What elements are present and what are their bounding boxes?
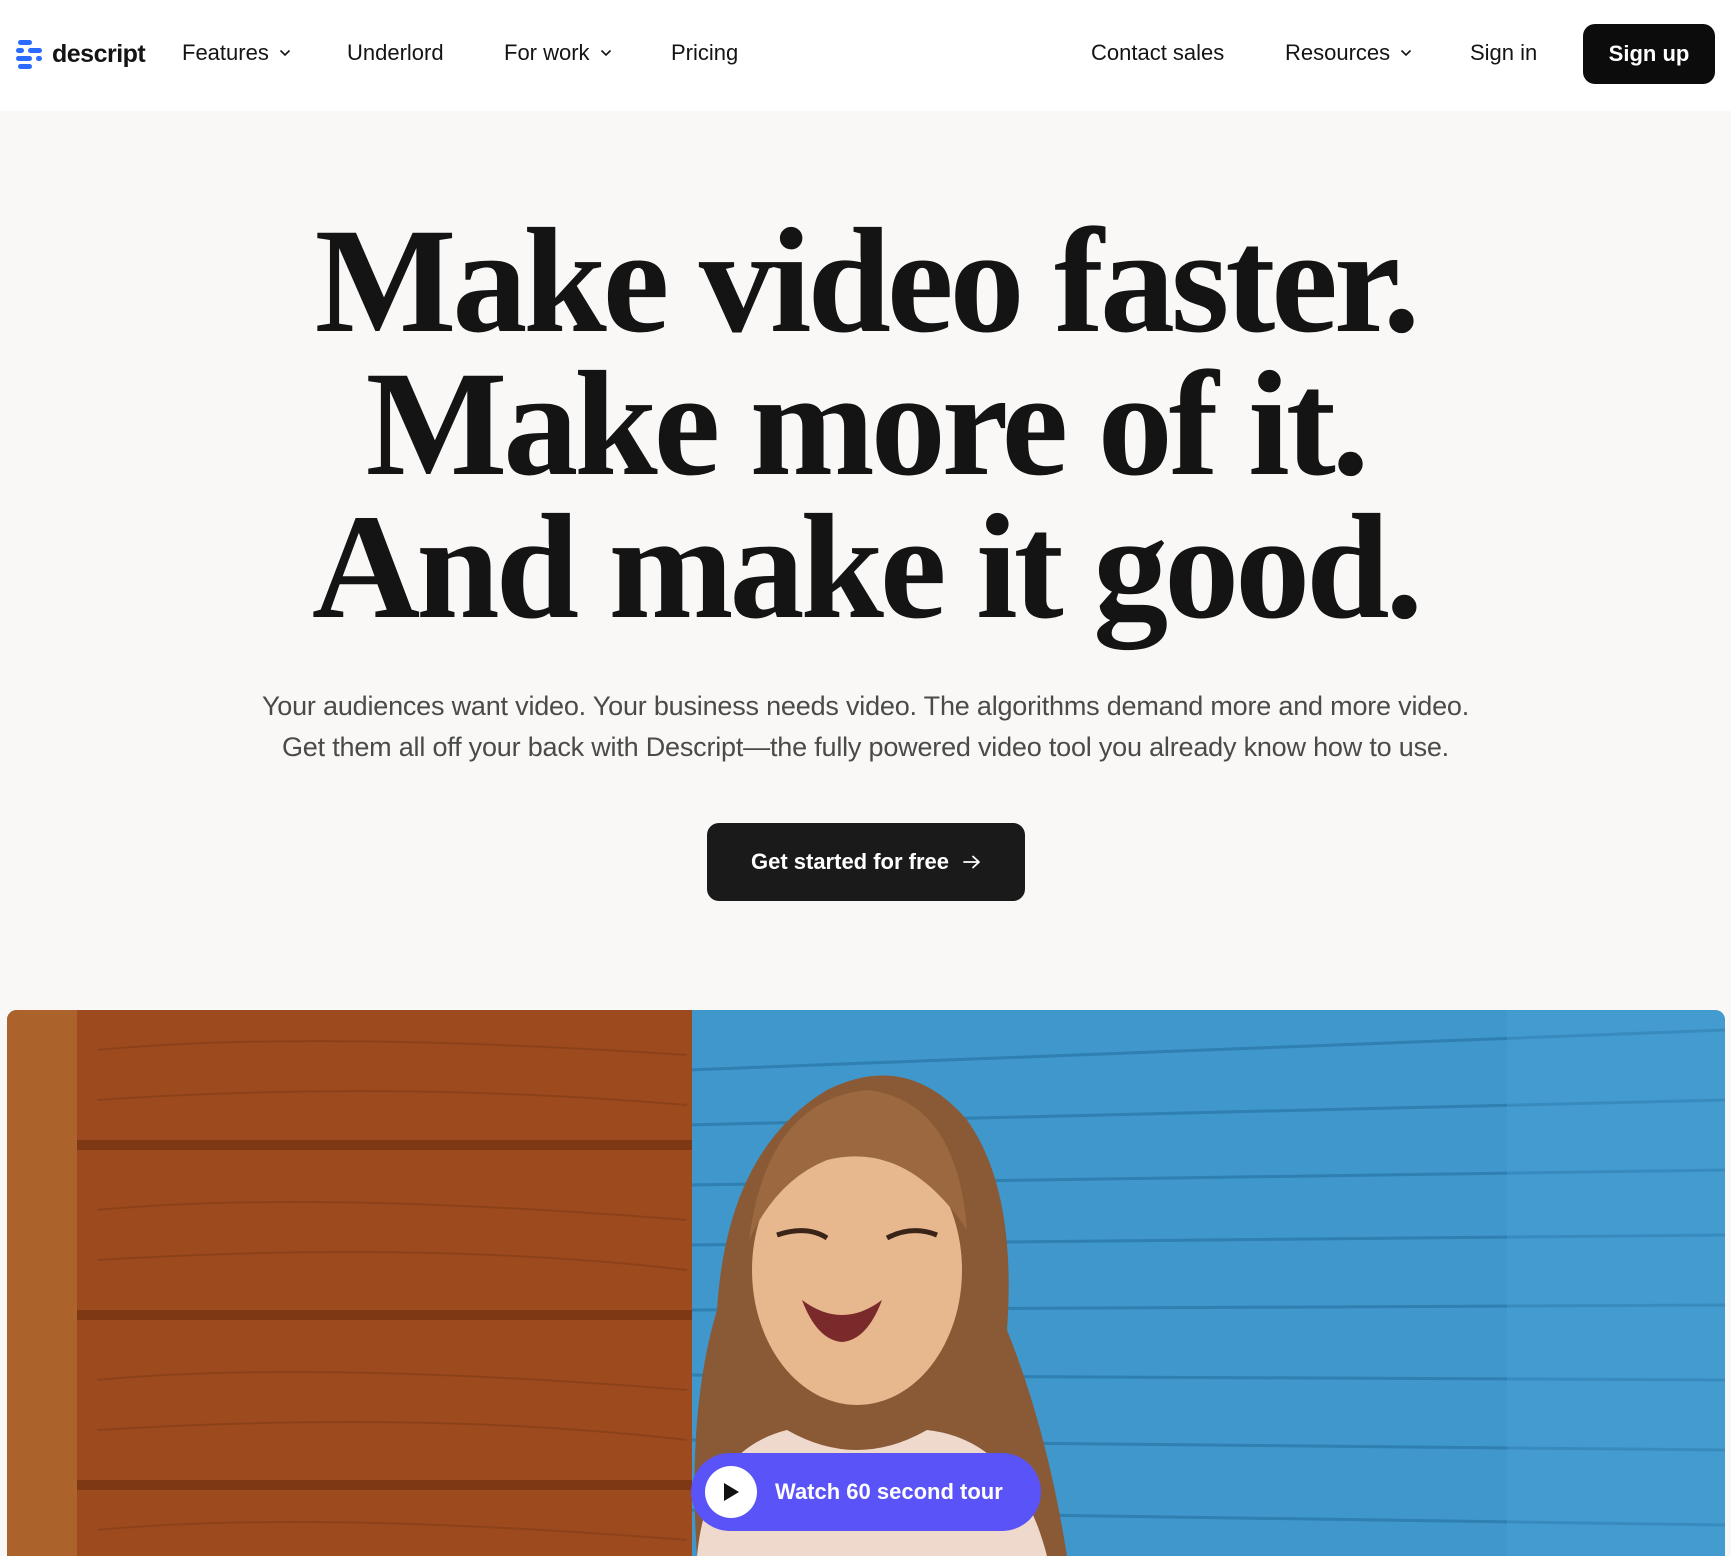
headline-line-3: And make it good.: [311, 484, 1423, 650]
chevron-down-icon: [600, 49, 611, 57]
arrow-right-icon: [963, 855, 980, 869]
subtext-line-1: Your audiences want video. Your business…: [261, 691, 1470, 721]
play-icon: [705, 1466, 757, 1518]
watch-tour-label: Watch 60 second tour: [775, 1479, 1003, 1504]
nav-features[interactable]: Features: [182, 40, 291, 66]
watch-tour-button[interactable]: Watch 60 second tour: [691, 1453, 1041, 1531]
nav-resources-label: Resources: [1285, 40, 1391, 65]
nav-sign-in[interactable]: Sign in: [1470, 40, 1537, 66]
nav-resources[interactable]: Resources: [1285, 40, 1412, 66]
logo-wordmark: descript: [52, 39, 146, 68]
nav-contact-sales-label: Contact sales: [1091, 40, 1225, 65]
chevron-down-icon: [279, 49, 290, 57]
hero-headline: Make video faster. Make more of it. And …: [0, 198, 1731, 650]
top-nav: descript Features Underlord For work Pri…: [0, 0, 1731, 111]
get-started-button[interactable]: Get started for free: [707, 823, 1025, 901]
hero-subtext: Your audiences want video. Your business…: [0, 686, 1731, 768]
nav-underlord-label: Underlord: [347, 40, 444, 65]
nav-contact-sales[interactable]: Contact sales: [1091, 40, 1224, 66]
sign-up-label: Sign up: [1608, 41, 1690, 66]
get-started-label: Get started for free: [750, 849, 950, 874]
nav-pricing-label: Pricing: [671, 40, 739, 65]
nav-pricing[interactable]: Pricing: [671, 40, 738, 66]
sign-up-button[interactable]: Sign up: [1583, 24, 1715, 84]
nav-for-work[interactable]: For work: [504, 40, 612, 66]
descript-logo[interactable]: descript: [16, 38, 146, 70]
nav-underlord[interactable]: Underlord: [347, 40, 444, 66]
subtext-line-2: Get them all off your back with Descript…: [281, 732, 1449, 762]
headline-line-1: Make video faster.: [314, 198, 1420, 364]
chevron-down-icon: [1401, 49, 1412, 57]
nav-for-work-label: For work: [504, 40, 590, 65]
play-triangle-icon: [724, 1483, 739, 1501]
headline-line-2: Make more of it.: [365, 341, 1370, 507]
nav-sign-in-label: Sign in: [1470, 40, 1538, 65]
nav-features-label: Features: [182, 40, 269, 65]
descript-logo-icon: [16, 40, 42, 69]
